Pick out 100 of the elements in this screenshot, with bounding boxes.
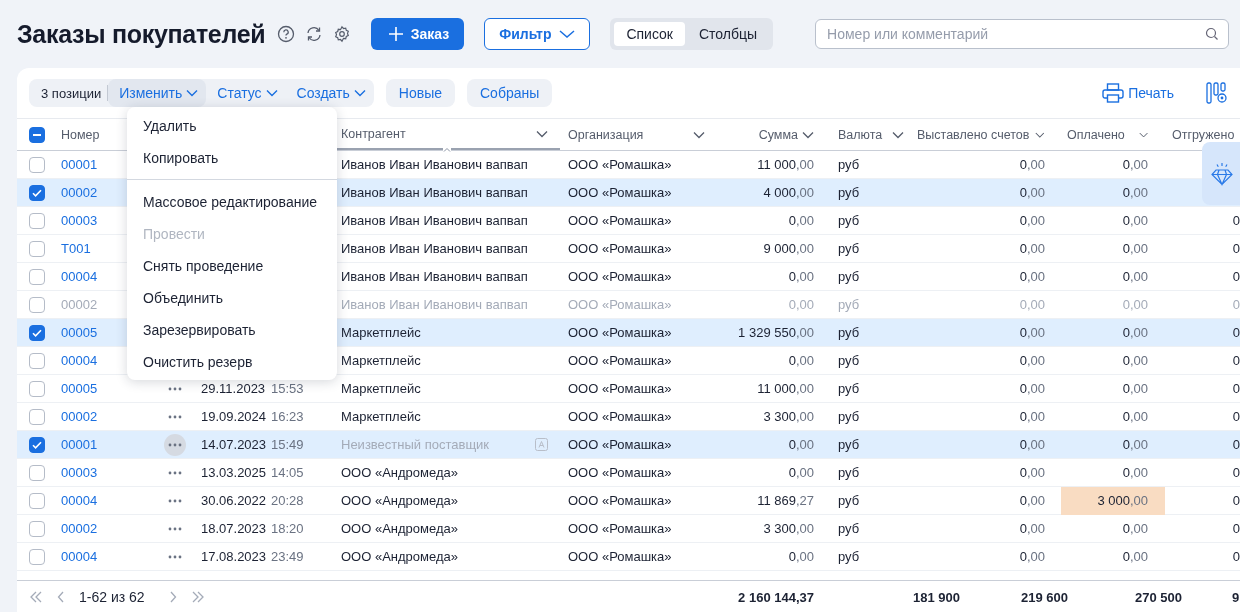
settings-icon[interactable] — [333, 25, 352, 43]
chevron-icon[interactable] — [1138, 130, 1148, 139]
organization-cell: ООО «Ромашка» — [568, 157, 672, 172]
column-header[interactable]: Отгружено — [1172, 127, 1235, 142]
row-checkbox[interactable] — [29, 268, 45, 285]
row-checkbox[interactable] — [29, 324, 45, 341]
contractor-cell: ООО «Андромеда» — [341, 465, 458, 480]
row-checkbox[interactable] — [29, 212, 45, 229]
contractor-cell: Иванов Иван Иванович вапвап — [341, 241, 528, 256]
row-checkbox[interactable] — [29, 408, 45, 425]
chevron-icon[interactable] — [802, 130, 814, 139]
select-all-checkbox[interactable] — [29, 126, 45, 143]
order-number-link[interactable]: 00002 — [61, 185, 98, 200]
date-cell: 17.08.2023 — [201, 549, 267, 564]
column-settings-icon[interactable] — [1206, 82, 1228, 104]
row-checkbox[interactable] — [29, 464, 45, 481]
column-header[interactable]: Организация — [568, 127, 644, 142]
order-number-link[interactable]: 00001 — [61, 437, 98, 452]
organization-cell: ООО «Ромашка» — [568, 213, 672, 228]
paid-cell-text: 0,00 — [1121, 156, 1149, 174]
order-number-link[interactable]: 00004 — [61, 353, 98, 368]
menu-item[interactable]: Зарезервировать — [127, 314, 337, 346]
row-checkbox[interactable] — [29, 492, 45, 509]
search-field[interactable]: Номер или комментарий — [815, 19, 1230, 49]
menu-item[interactable]: Удалить — [127, 110, 337, 142]
more-icon[interactable] — [164, 433, 186, 456]
quick-filter-button[interactable]: Собраны — [467, 79, 553, 107]
order-number-link[interactable]: 00004 — [61, 549, 98, 564]
paid-cell-text: 0,00 — [1121, 464, 1149, 482]
chevron-icon[interactable] — [892, 130, 905, 139]
column-header[interactable]: Валюта — [838, 127, 883, 142]
menu-item[interactable]: Копировать — [127, 142, 337, 180]
paid-cell-text: 0,00 — [1121, 240, 1149, 258]
row-checkbox[interactable] — [29, 240, 45, 257]
filter-button[interactable]: Фильтр — [484, 18, 591, 50]
invoiced-cell: 0,00 — [1019, 409, 1045, 424]
column-header[interactable]: Номер — [61, 127, 100, 142]
sum-cell: 0,00 — [788, 269, 814, 284]
quick-filter-button[interactable]: Новые — [385, 79, 455, 107]
row-checkbox[interactable] — [29, 296, 45, 313]
order-number-link[interactable]: 00004 — [61, 269, 98, 284]
row-checkbox[interactable] — [29, 184, 45, 201]
row-checkbox[interactable] — [29, 436, 45, 453]
print-button[interactable]: Печать — [1096, 82, 1180, 104]
search-icon — [1205, 27, 1220, 41]
row-checkbox[interactable] — [29, 380, 45, 397]
invoiced-cell: 0,00 — [1019, 521, 1045, 536]
menu-button[interactable]: Статус — [206, 79, 286, 107]
organization-cell: ООО «Ромашка» — [568, 325, 672, 340]
shipped-cell: 0 — [1232, 465, 1240, 480]
invoiced-cell: 0,00 — [1019, 325, 1045, 340]
order-number-link[interactable]: 00005 — [61, 381, 98, 396]
minus-icon — [33, 133, 41, 136]
menu-item[interactable]: Снять проведение — [127, 250, 337, 282]
row-checkbox[interactable] — [29, 548, 45, 565]
organization-cell: ООО «Ромашка» — [568, 409, 672, 424]
date-cell: 13.03.2025 — [201, 465, 267, 480]
row-checkbox[interactable] — [29, 520, 45, 537]
paid-cell-text: 0,00 — [1121, 324, 1149, 342]
menu-button[interactable]: Изменить — [108, 79, 207, 107]
column-header[interactable]: Оплачено — [1067, 127, 1125, 142]
view-tab[interactable]: Столбцы — [686, 22, 770, 46]
chevron-icon[interactable] — [693, 130, 705, 139]
refresh-icon[interactable] — [305, 25, 324, 43]
order-number-link[interactable]: 00002 — [61, 521, 98, 536]
chevron-icon[interactable] — [1035, 130, 1045, 139]
help-icon[interactable] — [277, 25, 296, 43]
menu-item[interactable]: Объединить — [127, 282, 337, 314]
contractor-cell: Иванов Иван Иванович вапвап — [341, 185, 528, 200]
invoiced-cell: 0,00 — [1019, 185, 1045, 200]
paid-cell-text: 0,00 — [1121, 520, 1149, 538]
premium-button[interactable] — [1202, 142, 1240, 205]
order-number-link[interactable]: 00001 — [61, 157, 98, 172]
sum-cell: 0,00 — [788, 437, 814, 452]
organization-cell: ООО «Ромашка» — [568, 297, 672, 312]
shipped-cell: 0 — [1232, 297, 1240, 312]
order-number-link[interactable]: 00005 — [61, 325, 98, 340]
order-number-link[interactable]: 00004 — [61, 493, 98, 508]
menu-item[interactable]: Массовое редактирование — [127, 186, 337, 218]
order-number-link[interactable]: 00002 — [61, 409, 98, 424]
chevron-icon — [559, 29, 576, 39]
row-checkbox[interactable] — [29, 156, 45, 173]
menu-button[interactable]: Создать — [285, 79, 374, 107]
organization-cell: ООО «Ромашка» — [568, 269, 672, 284]
chevron-icon[interactable] — [536, 129, 548, 138]
organization-cell: ООО «Ромашка» — [568, 381, 672, 396]
order-number-link[interactable]: T001 — [61, 241, 91, 256]
contractor-cell: Маркетплейс — [341, 381, 421, 396]
column-header[interactable]: Выставлено счетов — [917, 127, 1030, 142]
view-tab[interactable]: Список — [614, 22, 685, 46]
row-checkbox[interactable] — [29, 352, 45, 369]
column-header[interactable]: Контрагент — [341, 126, 406, 141]
order-number-link[interactable]: 00003 — [61, 465, 98, 480]
total-value: 181 900 — [913, 589, 960, 605]
order-number-link[interactable]: 00003 — [61, 213, 98, 228]
contractor-cell: Маркетплейс — [341, 353, 421, 368]
column-header[interactable]: Сумма — [758, 127, 798, 142]
menu-item[interactable]: Очистить резерв — [127, 346, 337, 378]
add-order-button[interactable]: Заказ — [371, 18, 465, 50]
selection-count: 3 позиции — [41, 85, 103, 101]
